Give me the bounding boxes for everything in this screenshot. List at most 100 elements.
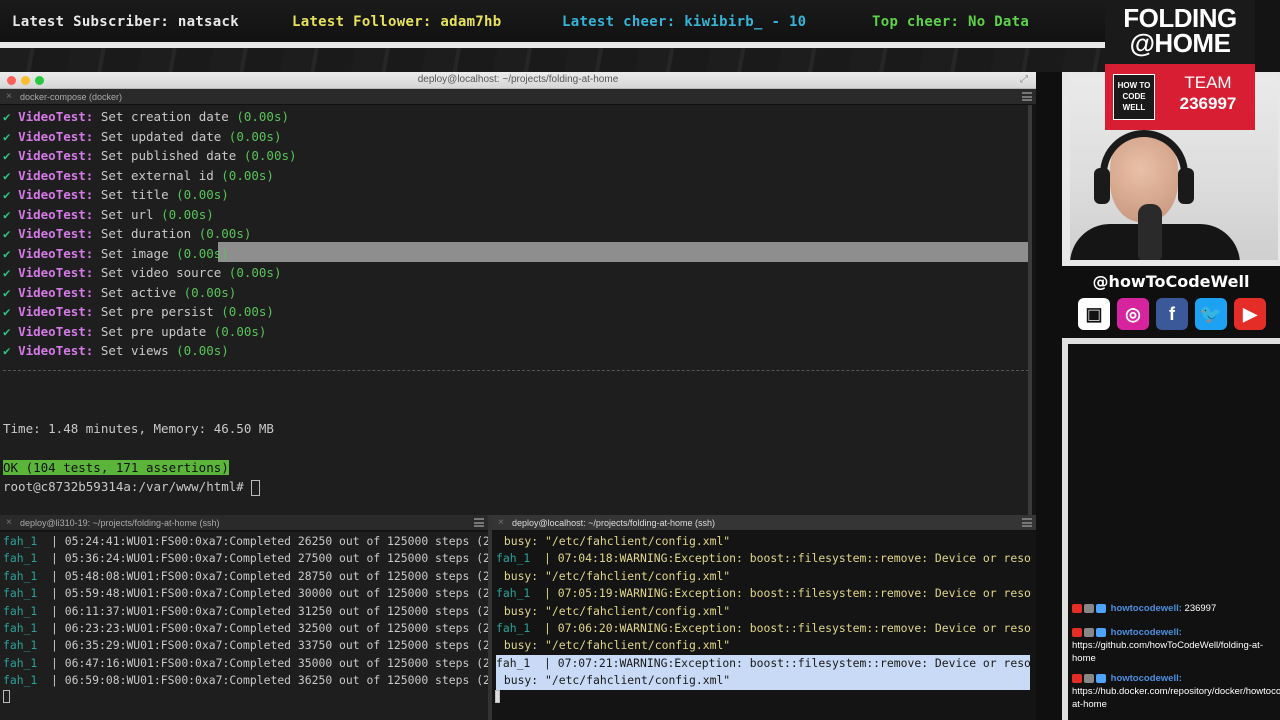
test-name: Set external id	[100, 167, 222, 183]
test-result-row: ✔ VideoTest: Set image (0.00s)	[3, 244, 229, 264]
log-tag: fah_1	[3, 603, 52, 618]
right-cursor-line	[495, 688, 500, 705]
main-terminal-scrollbar[interactable]	[1028, 105, 1032, 515]
test-duration: (0.00s)	[221, 304, 274, 319]
shell-prompt: root@c8732b59314a:/var/www/html#	[3, 479, 244, 494]
shell-prompt-line[interactable]: root@c8732b59314a:/var/www/html#	[3, 477, 261, 497]
tab-menu-icon[interactable]	[1022, 92, 1032, 101]
log-line: fah_1 | 06:35:29:WU01:FS00:0xa7:Complete…	[3, 637, 488, 654]
team-label: TEAM	[1184, 73, 1232, 92]
test-name: Set pre persist	[100, 304, 222, 319]
check-icon: ✔	[3, 284, 19, 300]
test-name: Set title	[100, 187, 177, 202]
test-duration: (0.00s)	[213, 323, 267, 339]
log-line: fah_1 | 05:48:08:WU01:FS00:0xa7:Complete…	[3, 568, 488, 585]
tab-close-icon[interactable]: ×	[498, 517, 504, 528]
chat-text: https://github.com/howToCodeWell/folding…	[1072, 640, 1263, 665]
check-icon: ✔	[3, 128, 19, 144]
tab-close-icon[interactable]: ×	[6, 517, 12, 528]
check-icon: ✔	[3, 148, 19, 163]
test-result-row: ✔ VideoTest: Set views (0.00s)	[3, 341, 229, 361]
test-name: Set url	[100, 206, 162, 222]
log-line: fah_1 | 06:23:23:WU01:FS00:0xa7:Complete…	[3, 620, 488, 637]
log-text: | 07:07:21:WARNING:Exception: boost::fil…	[530, 655, 1032, 670]
main-terminal[interactable]: ✔ VideoTest: Set creation date (0.00s) ✔ …	[0, 105, 1032, 515]
log-text: | 07:05:19:WARNING:Exception: boost::fil…	[530, 586, 1032, 601]
channel-handle: @howToCodeWell	[1092, 272, 1250, 291]
chat-badges	[1072, 602, 1108, 615]
test-duration: (0.00s)	[243, 148, 297, 163]
log-tag: fah_1	[3, 655, 52, 670]
test-class: VideoTest:	[18, 148, 101, 163]
youtube-icon[interactable]: ▶	[1234, 298, 1266, 330]
test-result-row: ✔ VideoTest: Set external id (0.00s)	[3, 166, 274, 186]
log-tag: fah_1	[496, 621, 531, 635]
check-icon: ✔	[3, 323, 19, 339]
test-name: Set image	[100, 245, 177, 261]
log-line: fah_1 | 06:11:37:WU01:FS00:0xa7:Complete…	[3, 603, 488, 620]
test-class: VideoTest:	[18, 109, 101, 124]
test-result-row: ✔ VideoTest: Set pre persist (0.00s)	[3, 302, 274, 322]
log-continuation: busy: "/etc/fahclient/config.xml"	[497, 533, 730, 550]
team-badge: HOW TO CODE WELL TEAM 236997	[1105, 64, 1255, 130]
log-tag: fah_1	[3, 534, 52, 548]
moderator-badge-icon	[1096, 627, 1106, 637]
background-strip	[0, 48, 1105, 72]
how-to-code-well-logo: HOW TO CODE WELL	[1113, 74, 1155, 120]
log-tag: fah_1	[496, 655, 531, 670]
check-icon: ✔	[3, 187, 19, 202]
check-icon: ✔	[3, 206, 19, 222]
fullscreen-icon[interactable]: ⤢	[1020, 74, 1028, 85]
test-result-row: ✔ VideoTest: Set creation date (0.00s)	[3, 107, 289, 127]
log-line: fah_1 | 07:05:19:WARNING:Exception: boos…	[496, 585, 1032, 602]
tab-close-icon[interactable]: ×	[6, 91, 12, 102]
tab-label: docker-compose (docker)	[20, 92, 123, 102]
chat-text: 236997	[1181, 603, 1217, 615]
check-icon: ✔	[3, 226, 19, 241]
tab-menu-icon[interactable]	[1022, 518, 1032, 527]
test-result-row: ✔ VideoTest: Set title (0.00s)	[3, 185, 229, 205]
test-name: Set video source	[100, 265, 229, 280]
text-selection-highlight	[218, 242, 1032, 262]
test-class: VideoTest:	[18, 323, 101, 339]
test-summary: Time: 1.48 minutes, Memory: 46.50 MB	[3, 421, 274, 436]
test-class: VideoTest:	[18, 265, 101, 280]
chat-username[interactable]: howtocodewell:	[1108, 603, 1182, 614]
test-name: Set views	[100, 343, 177, 358]
log-line: fah_1 | 05:36:24:WU01:FS00:0xa7:Complete…	[3, 550, 488, 567]
test-class: VideoTest:	[18, 245, 101, 261]
test-duration: (0.00s)	[228, 128, 282, 144]
test-name: Set published date	[100, 148, 244, 163]
tab-ssh-li310[interactable]: × deploy@li310-19: ~/projects/folding-at…	[0, 515, 488, 531]
log-text: | 06:23:23:WU01:FS00:0xa7:Completed 3250…	[51, 621, 488, 635]
fah-progress-terminal[interactable]: fah_1 | 05:24:41:WU01:FS00:0xa7:Complete…	[0, 532, 488, 720]
check-icon: ✔	[3, 304, 19, 319]
tab-docker-compose[interactable]: × docker-compose (docker)	[0, 89, 1036, 105]
twitch-icon[interactable]: ▣	[1078, 298, 1110, 330]
test-name: Set creation date	[100, 109, 237, 124]
log-text: | 06:35:29:WU01:FS00:0xa7:Completed 3375…	[51, 638, 488, 653]
window-titlebar[interactable]: deploy@localhost: ~/projects/folding-at-…	[0, 72, 1036, 89]
tab-menu-icon[interactable]	[474, 518, 484, 527]
verified-badge-icon	[1084, 627, 1094, 637]
latest-subscriber: Latest Subscriber: natsack	[12, 14, 239, 30]
test-duration: (0.00s)	[228, 265, 282, 280]
log-line: fah_1 | 05:59:48:WU01:FS00:0xa7:Complete…	[3, 585, 488, 602]
log-line: fah_1 | 06:59:08:WU01:FS00:0xa7:Complete…	[3, 672, 488, 689]
instagram-icon[interactable]: ◎	[1117, 298, 1149, 330]
log-text: | 07:06:20:WARNING:Exception: boost::fil…	[530, 621, 1032, 635]
fah-warning-terminal[interactable]: busy: "/etc/fahclient/config.xml" fah_1 |…	[492, 532, 1032, 720]
test-name: Set active	[100, 284, 184, 300]
log-text: busy: "/etc/fahclient/config.xml"	[497, 673, 731, 688]
tab-ssh-localhost[interactable]: × deploy@localhost: ~/projects/folding-a…	[492, 515, 1036, 531]
tab-label: deploy@li310-19: ~/projects/folding-at-h…	[20, 518, 220, 528]
facebook-icon[interactable]: f	[1156, 298, 1188, 330]
test-name: Set duration	[100, 226, 199, 241]
twitter-icon[interactable]: 🐦	[1195, 298, 1227, 330]
window-title: deploy@localhost: ~/projects/folding-at-…	[417, 74, 619, 85]
chat-username[interactable]: howtocodewell:	[1108, 673, 1182, 684]
chat-username[interactable]: howtocodewell:	[1108, 627, 1182, 638]
youtube-badge-icon	[1072, 673, 1082, 683]
log-text: | 06:47:16:WU01:FS00:0xa7:Completed 3500…	[51, 655, 488, 670]
chat-panel: howtocodewell: 236997 howtocodewell: http…	[1068, 344, 1280, 720]
